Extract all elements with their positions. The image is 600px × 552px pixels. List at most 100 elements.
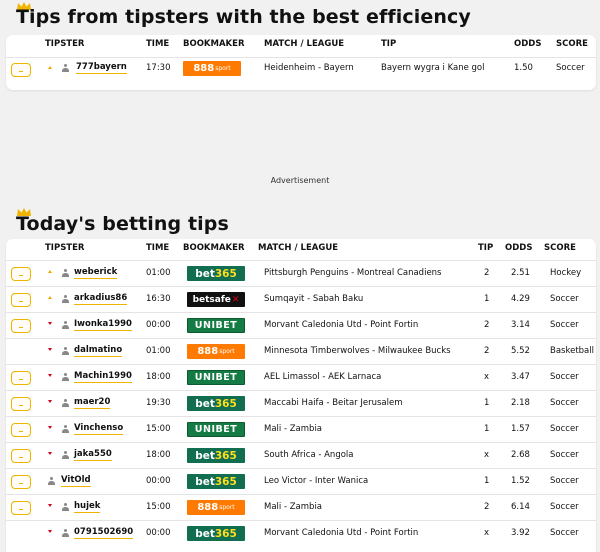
tip-value: Bayern wygra i Kane gol — [381, 63, 485, 73]
table-row[interactable]: VitOld 00:00 bet 365 Leo Victor - Inter Wani… — [6, 468, 596, 494]
tipster-link[interactable]: Machin1990 — [74, 371, 132, 383]
header-bookmaker: BOOKMAKER — [183, 39, 245, 49]
tipster-link[interactable]: arkadius86 — [74, 293, 128, 305]
bookmaker-betsafe-logo[interactable]: betsafe ✕ — [187, 292, 245, 307]
match-name[interactable]: Morvant Caledonia Utd - Point Fortin — [264, 528, 418, 538]
bookmaker-bet365-logo[interactable]: bet 365 — [187, 474, 245, 489]
match-name[interactable]: Mali - Zambia — [264, 502, 322, 512]
tipster-link[interactable]: maer20 — [74, 397, 111, 409]
tipster-link[interactable]: 0791502690 — [74, 527, 134, 539]
table-header: TIPSTER TIME BOOKMAKER MATCH / LEAGUE TI… — [6, 35, 596, 57]
tipster-link[interactable]: VitOld — [61, 475, 91, 487]
match-name[interactable]: AEL Limassol - AEK Larnaca — [264, 372, 381, 382]
bookmaker-888sport-logo[interactable]: 888 sport — [187, 500, 245, 515]
match-time: 00:00 — [146, 320, 171, 330]
tipster-link[interactable]: dalmatino — [74, 345, 123, 357]
odds-value: 5.52 — [511, 346, 530, 356]
table-row[interactable]: Vinchenso 15:00 UNIBET Mali - Zambia 1 1.57 So… — [6, 416, 596, 442]
tipster-link[interactable]: hujek — [74, 501, 101, 513]
favorite-star-button[interactable] — [11, 371, 31, 385]
tipster-link[interactable]: weberick — [74, 267, 118, 279]
user-icon — [62, 347, 69, 355]
header-odds: ODDS — [505, 243, 533, 253]
favorite-star-button[interactable] — [11, 423, 31, 437]
match-name[interactable]: South Africa - Angola — [264, 450, 354, 460]
table-row[interactable]: hujek 15:00 888 sport Mali - Zambia 2 6.14 Socc… — [6, 494, 596, 520]
bookmaker-unibet-logo[interactable]: UNIBET — [187, 370, 245, 385]
match-time: 00:00 — [146, 528, 171, 538]
match-name[interactable]: Pittsburgh Penguins - Montreal Canadiens — [264, 268, 441, 278]
user-icon — [62, 295, 69, 303]
bookmaker-bet365-logo[interactable]: bet 365 — [187, 396, 245, 411]
tipster-link[interactable]: 777bayern — [76, 62, 127, 74]
trend-up-icon — [48, 296, 52, 299]
table-row[interactable]: 777bayern 17:30 888 sport Heidenheim - Ba… — [6, 57, 596, 84]
tip-value: x — [484, 528, 490, 538]
section-title-best-efficiency: Tips from tipsters with the best efficie… — [16, 6, 471, 28]
tip-value: 2 — [484, 346, 490, 356]
table-row[interactable]: maer20 19:30 bet 365 Maccabi Haifa - Beitar … — [6, 390, 596, 416]
table-row[interactable]: Iwonka1990 00:00 UNIBET Morvant Caledonia U… — [6, 312, 596, 338]
bookmaker-unibet-logo[interactable]: UNIBET — [187, 422, 245, 437]
match-name[interactable]: Heidenheim - Bayern — [264, 63, 354, 73]
match-time: 00:00 — [146, 476, 171, 486]
match-name[interactable]: Mali - Zambia — [264, 424, 322, 434]
bookmaker-bet365-logo[interactable]: bet 365 — [187, 448, 245, 463]
match-name[interactable]: Sumqayit - Sabah Baku — [264, 294, 363, 304]
bookmaker-bet365-logo[interactable]: bet 365 — [187, 526, 245, 541]
table-row[interactable]: arkadius86 16:30 betsafe ✕ Sumqayit - Sabah … — [6, 286, 596, 312]
best-efficiency-table: TIPSTER TIME BOOKMAKER MATCH / LEAGUE TI… — [6, 35, 596, 90]
favorite-star-button[interactable] — [11, 501, 31, 515]
table-row[interactable]: Machin1990 18:00 UNIBET AEL Limassol - AEK … — [6, 364, 596, 390]
tip-value: 1 — [484, 398, 490, 408]
favorite-star-button[interactable] — [11, 475, 31, 489]
table-row[interactable]: weberick 01:00 bet 365 Pittsburgh Penguins -… — [6, 260, 596, 286]
user-icon — [62, 399, 69, 407]
match-time: 16:30 — [146, 294, 171, 304]
match-name[interactable]: Morvant Caledonia Utd - Point Fortin — [264, 320, 418, 330]
tip-value: 1 — [484, 424, 490, 434]
bookmaker-888sport-logo[interactable]: 888 sport — [187, 344, 245, 359]
tipster-link[interactable]: Iwonka1990 — [74, 319, 132, 331]
match-name[interactable]: Maccabi Haifa - Beitar Jerusalem — [264, 398, 402, 408]
favorite-star-button[interactable] — [11, 319, 31, 333]
header-tipster: TIPSTER — [45, 39, 85, 49]
table-row[interactable]: 0791502690 00:00 bet 365 Morvant Caledonia U… — [6, 520, 596, 546]
favorite-star-button[interactable] — [11, 63, 31, 77]
sport-value: Soccer — [550, 372, 579, 382]
trend-down-icon — [48, 530, 52, 533]
favorite-star-button[interactable] — [11, 267, 31, 281]
match-name[interactable]: Leo Victor - Inter Wanica — [264, 476, 368, 486]
sport-value: Soccer — [550, 476, 579, 486]
sport-value: Hockey — [550, 268, 582, 278]
match-time: 15:00 — [146, 424, 171, 434]
bookmaker-bet365-logo[interactable]: bet 365 — [187, 266, 245, 281]
todays-tips-table: TIPSTER TIME BOOKMAKER MATCH / LEAGUE TI… — [6, 239, 596, 552]
table-row[interactable]: jaka550 18:00 bet 365 South Africa - Angola x… — [6, 442, 596, 468]
favorite-star-button[interactable] — [11, 397, 31, 411]
header-time: TIME — [146, 39, 170, 49]
user-icon — [62, 451, 69, 459]
sport-value: Soccer — [550, 398, 579, 408]
header-bookmaker: BOOKMAKER — [183, 243, 245, 253]
trend-down-icon — [48, 348, 52, 351]
match-name[interactable]: Minnesota Timberwolves - Milwaukee Bucks — [264, 346, 451, 356]
favorite-star-button[interactable] — [11, 293, 31, 307]
match-time: 18:00 — [146, 372, 171, 382]
tipster-link[interactable]: Vinchenso — [74, 423, 124, 435]
user-icon — [62, 269, 69, 277]
bookmaker-888sport-logo[interactable]: 888 sport — [183, 61, 241, 76]
sport-value: Soccer — [550, 528, 579, 538]
tipster-link[interactable]: jaka550 — [74, 449, 112, 461]
trend-down-icon — [48, 322, 52, 325]
sport-value: Soccer — [550, 450, 579, 460]
sport-value: Basketball — [550, 346, 594, 356]
table-row[interactable]: dalmatino 01:00 888 sport Minnesota Timberwo… — [6, 338, 596, 364]
user-icon — [62, 529, 69, 537]
header-tipster: TIPSTER — [45, 243, 85, 253]
bookmaker-unibet-logo[interactable]: UNIBET — [187, 318, 245, 333]
tip-value: 2 — [484, 502, 490, 512]
trend-down-icon — [48, 374, 52, 377]
odds-value: 6.14 — [511, 502, 530, 512]
favorite-star-button[interactable] — [11, 449, 31, 463]
